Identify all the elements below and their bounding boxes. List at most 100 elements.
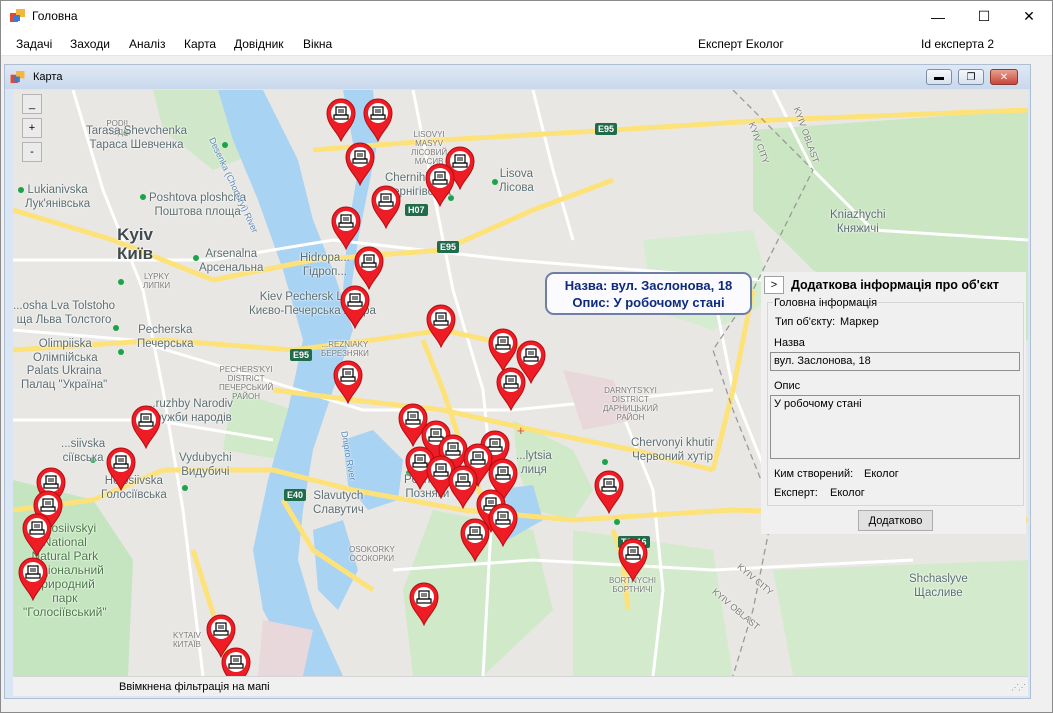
map-marker-icon[interactable]	[488, 328, 518, 372]
map-window-title: Карта	[33, 71, 63, 83]
map-label-chervonyi-khutir: Chervonyi khutir Червоний хутір	[631, 437, 715, 463]
menu-bar: Задачі Заходи Аналіз Карта Довідник Вікн…	[1, 32, 1052, 56]
road-shield-e95-1: E95	[595, 123, 618, 135]
map-marker-icon[interactable]	[363, 98, 393, 142]
map-label-osokorky: OSOKORKY ОСОКОРКИ	[349, 545, 395, 563]
expand-panel-button[interactable]: >	[764, 276, 784, 294]
map-label-holosiivska-metro: ...siivska сіївська	[61, 438, 106, 464]
zoom-out-button[interactable]: _	[22, 94, 42, 114]
map-window: Карта ▬ ❐ ✕ PODIL ПОДІЛ Tarasa Shevchenk…	[4, 64, 1031, 699]
close-button[interactable]: ✕	[1006, 1, 1052, 32]
map-label-lva-tolstoho: ...osha Lva Tolstoho ща Льва Толстого	[13, 300, 116, 326]
road-shield-e95-2: E95	[437, 241, 460, 253]
map-label-pecherska: Pecherska Печерська	[137, 324, 194, 350]
object-info-panel: > Додаткова інформація про об'єкт Головн…	[761, 272, 1026, 534]
map-label-olimpiiska: Olimpiiska Олімпійська	[33, 338, 98, 364]
map-label-slavutych: Slavutych Славутич	[313, 490, 364, 516]
map-window-icon	[10, 71, 25, 84]
tooltip-description: Опис: У робочому стані	[572, 295, 725, 310]
menu-map[interactable]: Карта	[184, 37, 216, 51]
status-bar: Ввімкнена фільтрація на мапі ⋰⋰	[13, 676, 1028, 696]
map-marker-icon[interactable]	[496, 367, 526, 411]
map-marker-icon[interactable]	[18, 557, 48, 601]
main-window: Головна — ☐ ✕ Задачі Заходи Аналіз Карта…	[0, 0, 1053, 713]
name-label: Назва	[774, 337, 805, 349]
menu-measures[interactable]: Заходи	[70, 37, 110, 51]
creator-value: Еколог	[864, 468, 899, 480]
map-marker-icon[interactable]	[488, 503, 518, 547]
map-center-crosshair-icon: +	[517, 423, 525, 438]
map-label-lukianivska: Lukianivska Лук'янівська	[25, 184, 91, 210]
map-label-vydubychi: Vydubychi Видубичі	[179, 452, 232, 478]
creator-label: Ким створений:	[774, 468, 854, 480]
zoom-in-button[interactable]: +	[22, 118, 42, 138]
map-marker-icon[interactable]	[333, 360, 363, 404]
more-button[interactable]: Додатково	[858, 510, 933, 531]
map-label-shchaslyve: Shchaslyve Щасливе	[909, 573, 968, 599]
map-label-lisovyi-masyv: LISOVYI MASYV ЛІСОВИЙ МАСИВ	[411, 130, 448, 166]
name-field[interactable]: вул. Заслонова, 18	[770, 352, 1020, 371]
info-panel-heading: Додаткова інформація про об'єкт	[791, 278, 999, 292]
map-label-kytaiv: KYTAIV КИТАЇВ	[173, 631, 201, 649]
map-restore-button[interactable]: ❐	[958, 69, 984, 85]
map-marker-icon[interactable]	[345, 142, 375, 186]
map-marker-icon[interactable]	[594, 470, 624, 514]
map-marker-icon[interactable]	[354, 246, 384, 290]
filter-status-text: Ввімкнена фільтрація на мапі	[119, 681, 270, 693]
map-marker-icon[interactable]	[22, 513, 52, 557]
map-label-darnytskyi-district: DARNYTS'KYI DISTRICT ДАРНИЦЬКИЙ РАЙОН	[603, 386, 658, 422]
tooltip-name: Назва: вул. Заслонова, 18	[564, 278, 733, 293]
map-label-arsenalna: Arsenalna Арсенальна	[199, 248, 264, 274]
menu-analysis[interactable]: Аналіз	[129, 37, 165, 51]
road-shield-e40: E40	[284, 489, 307, 501]
map-label-berezniaky: ...REZNIAKY БЕРЕЗНЯКИ	[321, 340, 369, 358]
description-field[interactable]: У робочому стані	[770, 395, 1020, 459]
object-type-label: Тип об'єкту:	[775, 316, 836, 328]
menu-windows[interactable]: Вікна	[303, 37, 332, 51]
map-minimize-button[interactable]: ▬	[926, 69, 952, 85]
map-view[interactable]: PODIL ПОДІЛ Tarasa Shevchenka Тараса Шевче…	[13, 90, 1028, 676]
map-window-title-bar: Карта ▬ ❐ ✕	[5, 65, 1030, 89]
map-marker-icon[interactable]	[326, 98, 356, 142]
description-label: Опис	[774, 380, 801, 392]
marker-tooltip: Назва: вул. Заслонова, 18 Опис: У робочо…	[545, 272, 752, 315]
app-icon	[10, 9, 25, 22]
resize-grip-icon[interactable]: ⋰⋰	[1011, 683, 1026, 692]
map-label-tarasa-shevchenka: Tarasa Shevchenka Тараса Шевченка	[86, 125, 188, 151]
map-label-lypky: LYPKY ЛИПКИ	[143, 272, 171, 290]
window-title: Головна	[32, 9, 78, 23]
expert-value: Еколог	[830, 487, 865, 499]
main-info-group-title: Головна інформація	[773, 297, 879, 309]
title-bar: Головна — ☐ ✕	[1, 1, 1052, 32]
map-marker-icon[interactable]	[426, 304, 456, 348]
expert-label: Експерт:	[774, 487, 818, 499]
map-marker-icon[interactable]	[409, 582, 439, 626]
map-label-kyiv: Kyiv Київ	[117, 225, 154, 263]
map-label-pecherskyi-district: PECHERS'KYI DISTRICT ПЕЧЕРСЬКИЙ РАЙОН	[219, 365, 274, 401]
map-marker-icon[interactable]	[618, 538, 648, 582]
map-label-palats-ukraina: Palats Ukraina Палац "Україна"	[21, 365, 108, 391]
map-marker-icon[interactable]	[331, 206, 361, 250]
road-shield-e95-3: E95	[290, 349, 313, 361]
zoom-reset-button[interactable]: -	[22, 142, 42, 162]
menu-reference[interactable]: Довідник	[234, 37, 284, 51]
map-label-kniazhychi: Kniazhychi Княжичі	[830, 209, 886, 235]
map-marker-icon[interactable]	[131, 405, 161, 449]
maximize-button[interactable]: ☐	[961, 1, 1007, 32]
map-marker-icon[interactable]	[106, 447, 136, 491]
expert-name-label: Експерт Еколог	[698, 37, 784, 51]
map-label-hidropark: Hidropa... Гідроп...	[300, 252, 350, 278]
map-marker-icon[interactable]	[340, 285, 370, 329]
map-close-button[interactable]: ✕	[990, 69, 1018, 85]
map-marker-icon[interactable]	[221, 647, 251, 676]
map-marker-icon[interactable]	[425, 163, 455, 207]
expert-id-label: Id експерта 2	[921, 37, 995, 51]
map-marker-icon[interactable]	[448, 465, 478, 509]
minimize-button[interactable]: —	[915, 1, 961, 32]
menu-tasks[interactable]: Задачі	[16, 37, 52, 51]
map-label-lisova: Lisova Лісова	[499, 168, 534, 194]
object-type-value: Маркер	[840, 316, 879, 328]
map-marker-icon[interactable]	[460, 518, 490, 562]
map-label-kharkivska: ...lytsia лиця	[516, 450, 552, 476]
map-marker-icon[interactable]	[371, 185, 401, 229]
